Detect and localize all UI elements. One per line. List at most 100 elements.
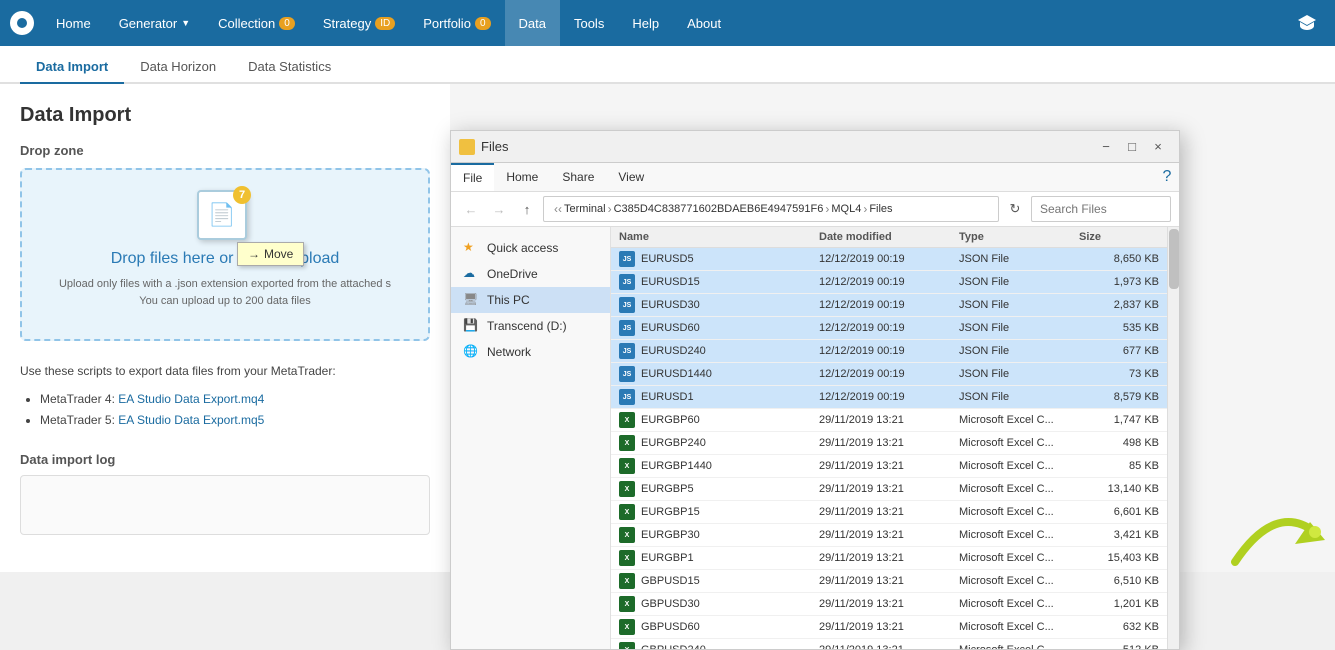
- table-row[interactable]: JS EURUSD15 12/12/2019 00:19 JSON File 1…: [611, 271, 1167, 294]
- sidebar-item-this-pc[interactable]: 🖥 This PC: [451, 287, 610, 313]
- file-size-cell: 1,201 KB: [1079, 598, 1159, 610]
- address-path[interactable]: ‹‹ Terminal › C385D4C838771602BDAEB6E494…: [543, 196, 999, 222]
- table-row[interactable]: X GBPUSD30 29/11/2019 13:21 Microsoft Ex…: [611, 593, 1167, 616]
- file-date-cell: 12/12/2019 00:19: [819, 368, 959, 380]
- file-size-cell: 73 KB: [1079, 368, 1159, 380]
- file-size-cell: 512 KB: [1079, 644, 1159, 649]
- file-size-cell: 15,403 KB: [1079, 552, 1159, 564]
- ribbon-tab-view[interactable]: View: [606, 164, 656, 190]
- sidebar-item-onedrive[interactable]: ☁ OneDrive: [451, 261, 610, 287]
- file-type-icon: JS: [619, 320, 635, 336]
- header-date[interactable]: Date modified: [819, 231, 959, 243]
- table-row[interactable]: X GBPUSD15 29/11/2019 13:21 Microsoft Ex…: [611, 570, 1167, 593]
- export-mq4-link[interactable]: EA Studio Data Export.mq4: [118, 392, 264, 406]
- scripts-title: Use these scripts to export data files f…: [20, 361, 430, 383]
- nav-generator[interactable]: Generator ▼: [105, 0, 204, 46]
- table-row[interactable]: X EURGBP1440 29/11/2019 13:21 Microsoft …: [611, 455, 1167, 478]
- maximize-button[interactable]: □: [1119, 134, 1145, 160]
- up-button[interactable]: ↑: [515, 197, 539, 221]
- table-row[interactable]: JS EURUSD240 12/12/2019 00:19 JSON File …: [611, 340, 1167, 363]
- nav-about[interactable]: About: [673, 0, 735, 46]
- nav-tools[interactable]: Tools: [560, 0, 618, 46]
- tab-data-import[interactable]: Data Import: [20, 51, 124, 84]
- export-mq5-link[interactable]: EA Studio Data Export.mq5: [118, 413, 264, 427]
- move-tooltip: →Move: [237, 242, 304, 266]
- nav-hat-icon[interactable]: [1289, 5, 1325, 41]
- header-name[interactable]: Name: [619, 231, 819, 243]
- table-row[interactable]: JS EURUSD30 12/12/2019 00:19 JSON File 2…: [611, 294, 1167, 317]
- table-row[interactable]: JS EURUSD60 12/12/2019 00:19 JSON File 5…: [611, 317, 1167, 340]
- file-date-cell: 12/12/2019 00:19: [819, 276, 959, 288]
- tab-data-statistics[interactable]: Data Statistics: [232, 51, 347, 84]
- forward-button[interactable]: →: [487, 197, 511, 221]
- table-row[interactable]: X EURGBP5 29/11/2019 13:21 Microsoft Exc…: [611, 478, 1167, 501]
- close-button[interactable]: ×: [1145, 134, 1171, 160]
- table-row[interactable]: X GBPUSD240 29/11/2019 13:21 Microsoft E…: [611, 639, 1167, 649]
- file-date-cell: 29/11/2019 13:21: [819, 460, 959, 472]
- nav-help[interactable]: Help: [618, 0, 673, 46]
- search-input[interactable]: [1031, 196, 1171, 222]
- file-type-icon: X: [619, 596, 635, 612]
- sidebar-item-quick-access[interactable]: ★ Quick access: [451, 235, 610, 261]
- table-row[interactable]: X EURGBP60 29/11/2019 13:21 Microsoft Ex…: [611, 409, 1167, 432]
- nav-collection[interactable]: Collection 0: [204, 0, 309, 46]
- table-row[interactable]: JS EURUSD5 12/12/2019 00:19 JSON File 8,…: [611, 248, 1167, 271]
- refresh-button[interactable]: ↻: [1003, 197, 1027, 221]
- file-date-cell: 12/12/2019 00:19: [819, 253, 959, 265]
- log-area: [20, 475, 430, 535]
- sidebar-item-network[interactable]: 🌐 Network: [451, 339, 610, 365]
- header-type[interactable]: Type: [959, 231, 1079, 243]
- file-date-cell: 12/12/2019 00:19: [819, 322, 959, 334]
- explorer-title: Files: [481, 139, 1093, 154]
- file-name-cell: X EURGBP1440: [619, 458, 819, 474]
- ribbon-tab-share[interactable]: Share: [550, 164, 606, 190]
- nav-home[interactable]: Home: [42, 0, 105, 46]
- ribbon-tab-file[interactable]: File: [451, 163, 494, 191]
- file-name-cell: JS EURUSD1440: [619, 366, 819, 382]
- table-row[interactable]: JS EURUSD1 12/12/2019 00:19 JSON File 8,…: [611, 386, 1167, 409]
- file-type-cell: JSON File: [959, 345, 1079, 357]
- network-icon: 🌐: [463, 344, 479, 360]
- table-row[interactable]: X EURGBP15 29/11/2019 13:21 Microsoft Ex…: [611, 501, 1167, 524]
- nav-data[interactable]: Data: [505, 0, 560, 46]
- table-row[interactable]: X EURGBP30 29/11/2019 13:21 Microsoft Ex…: [611, 524, 1167, 547]
- file-size-cell: 85 KB: [1079, 460, 1159, 472]
- ribbon-tab-home[interactable]: Home: [494, 164, 550, 190]
- nav-portfolio[interactable]: Portfolio 0: [409, 0, 504, 46]
- header-size[interactable]: Size: [1079, 231, 1159, 243]
- sidebar-item-transcend[interactable]: 💾 Transcend (D:): [451, 313, 610, 339]
- log-title: Data import log: [20, 452, 430, 467]
- file-type-cell: Microsoft Excel C...: [959, 437, 1079, 449]
- file-type-cell: Microsoft Excel C...: [959, 644, 1079, 649]
- tab-data-horizon[interactable]: Data Horizon: [124, 51, 232, 84]
- file-date-cell: 29/11/2019 13:21: [819, 598, 959, 610]
- explorer-help-icon[interactable]: ?: [1155, 165, 1179, 189]
- file-type-cell: Microsoft Excel C...: [959, 621, 1079, 633]
- file-type-cell: JSON File: [959, 391, 1079, 403]
- file-size-cell: 13,140 KB: [1079, 483, 1159, 495]
- file-explorer-window: Files − □ × File Home Share View ? ← → ↑…: [450, 130, 1180, 650]
- file-date-cell: 29/11/2019 13:21: [819, 414, 959, 426]
- minimize-button[interactable]: −: [1093, 134, 1119, 160]
- star-icon: ★: [463, 240, 479, 256]
- file-size-cell: 8,650 KB: [1079, 253, 1159, 265]
- file-list: Name Date modified Type Size JS EURUSD5 …: [611, 227, 1167, 649]
- file-size-cell: 6,510 KB: [1079, 575, 1159, 587]
- explorer-scrollbar[interactable]: [1167, 227, 1179, 649]
- app-logo: [10, 11, 34, 35]
- drop-zone-title: Drop files here or click to upload: [42, 250, 408, 268]
- file-date-cell: 29/11/2019 13:21: [819, 644, 959, 649]
- drop-zone-hint1: Upload only files with a .json extension…: [42, 276, 408, 293]
- scrollbar-thumb[interactable]: [1169, 229, 1179, 289]
- table-row[interactable]: X EURGBP1 29/11/2019 13:21 Microsoft Exc…: [611, 547, 1167, 570]
- file-drop-zone[interactable]: 📄 7 Drop files here or click to upload U…: [20, 168, 430, 341]
- table-row[interactable]: JS EURUSD1440 12/12/2019 00:19 JSON File…: [611, 363, 1167, 386]
- file-date-cell: 12/12/2019 00:19: [819, 391, 959, 403]
- table-row[interactable]: X EURGBP240 29/11/2019 13:21 Microsoft E…: [611, 432, 1167, 455]
- file-name-cell: X GBPUSD15: [619, 573, 819, 589]
- file-size-cell: 6,601 KB: [1079, 506, 1159, 518]
- path-mql4: MQL4: [831, 203, 861, 215]
- nav-strategy[interactable]: Strategy ID: [309, 0, 409, 46]
- table-row[interactable]: X GBPUSD60 29/11/2019 13:21 Microsoft Ex…: [611, 616, 1167, 639]
- back-button[interactable]: ←: [459, 197, 483, 221]
